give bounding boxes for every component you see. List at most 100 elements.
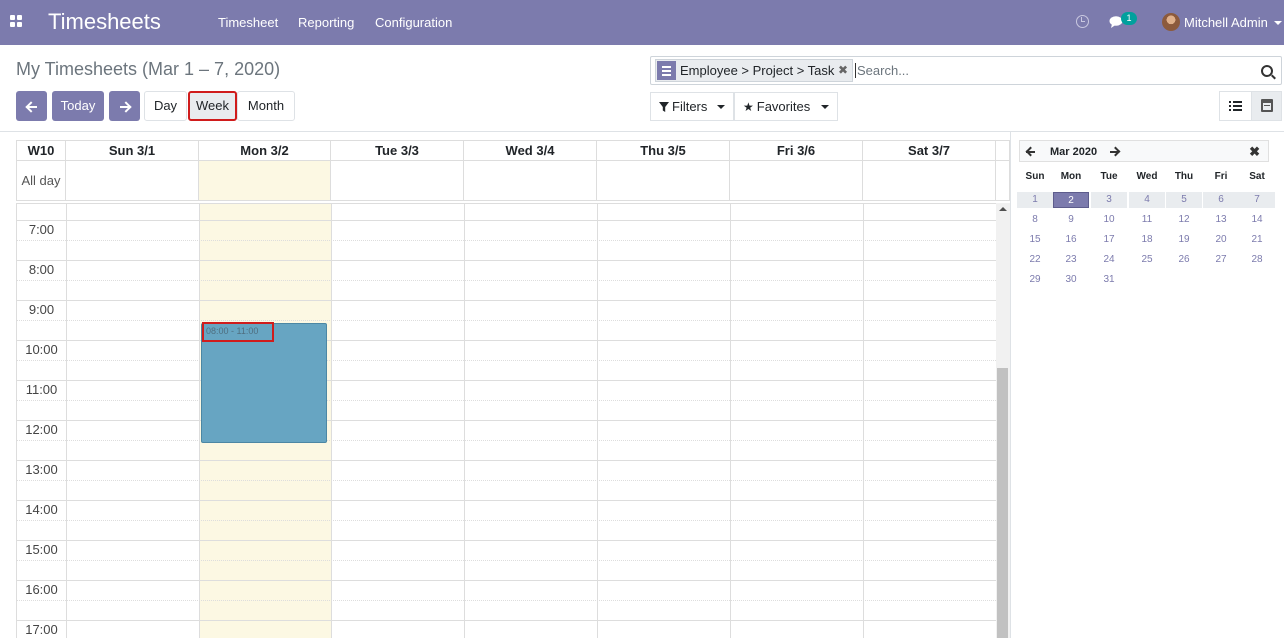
user-caret-icon[interactable] [1274,21,1282,25]
mini-calendar-day[interactable]: 19 [1166,232,1202,248]
time-slot[interactable] [17,300,996,320]
weekday-label: Sun [1025,171,1045,182]
day-column-divider [730,204,731,638]
mini-calendar-day[interactable]: 1 [1017,192,1053,208]
mini-calendar-day[interactable]: 25 [1129,252,1165,268]
mini-calendar-day[interactable]: 7 [1239,192,1275,208]
mini-calendar-day[interactable]: 17 [1091,232,1127,248]
time-label: 7:00 [28,222,55,237]
mini-calendar-day[interactable]: 28 [1239,252,1275,268]
next-button[interactable] [109,91,140,121]
mini-calendar-day[interactable]: 30 [1053,272,1089,288]
calendar-view-button[interactable] [1251,91,1282,121]
all-day-cell[interactable] [730,161,863,200]
mini-calendar-day[interactable]: 23 [1053,252,1089,268]
mini-calendar-day[interactable]: 31 [1091,272,1127,288]
apps-grid-icon[interactable] [10,15,22,27]
main-navbar: Timesheets Timesheet Reporting Configura… [0,0,1284,45]
time-slot[interactable] [17,340,996,360]
user-menu[interactable]: Mitchell Admin [1184,15,1268,30]
previous-button[interactable] [16,91,47,121]
scale-month-button[interactable]: Month [237,91,295,121]
mini-calendar-day[interactable]: 24 [1091,252,1127,268]
calendar-sidebar: Mar 2020 ✖ Sun Mon Tue Wed Thu Fri Sat 1 2 3 4 5 6 7 8… [1010,132,1284,638]
scale-day-button[interactable]: Day [144,91,187,121]
all-day-cell[interactable] [597,161,730,200]
arrow-right-icon[interactable] [1110,147,1120,157]
mini-calendar-day[interactable]: 14 [1239,212,1275,228]
scroll-up-icon[interactable] [999,207,1007,211]
favorites-dropdown[interactable]: ★ Favorites [734,92,838,121]
mini-calendar-day[interactable]: 15 [1017,232,1053,248]
search-bar: Employee > Project > Task ✖ Search... [650,56,1282,85]
user-avatar[interactable] [1162,13,1180,31]
close-icon[interactable]: ✖ [1249,144,1260,160]
time-label: 15:00 [25,542,58,557]
menu-reporting[interactable]: Reporting [298,15,354,30]
facet-remove-icon[interactable]: ✖ [838,60,848,81]
arrow-left-icon[interactable] [1026,147,1036,157]
time-slot[interactable] [17,360,996,380]
scale-week-button[interactable]: Week [188,91,237,121]
time-slot[interactable] [17,520,996,540]
all-day-cell[interactable] [863,161,996,200]
all-day-cell-today[interactable] [199,161,331,200]
menu-configuration[interactable]: Configuration [375,15,452,30]
all-day-cell[interactable] [66,161,199,200]
mini-calendar-day[interactable]: 26 [1166,252,1202,268]
time-slot[interactable] [17,280,996,300]
mini-calendar-day[interactable]: 20 [1203,232,1239,248]
mini-calendar-day[interactable]: 18 [1129,232,1165,248]
all-day-cell[interactable] [331,161,464,200]
mini-calendar-day[interactable]: 21 [1239,232,1275,248]
filter-icon [659,102,669,112]
mini-calendar-day[interactable]: 8 [1017,212,1053,228]
time-slot[interactable] [17,200,996,220]
mini-calendar-day[interactable]: 12 [1166,212,1202,228]
mini-calendar-day[interactable]: 6 [1203,192,1239,208]
time-slot[interactable] [17,440,996,460]
mini-calendar-day[interactable]: 9 [1053,212,1089,228]
mini-calendar-day[interactable]: 16 [1053,232,1089,248]
time-slot[interactable] [17,320,996,340]
mini-calendar-day[interactable]: 13 [1203,212,1239,228]
time-grid[interactable]: 7:00 8:00 9:00 10:00 11:00 12:00 13:00 14:00 15:… [16,200,996,638]
day-column-divider [863,204,864,638]
all-day-cell[interactable] [464,161,597,200]
mini-calendar-day[interactable]: 29 [1017,272,1053,288]
mini-calendar-day[interactable]: 2 [1053,192,1089,208]
time-slot[interactable] [17,600,996,620]
day-column-divider [464,204,465,638]
time-slot[interactable] [17,560,996,580]
time-slot[interactable] [17,420,996,440]
scrollbar-thumb[interactable] [997,368,1008,638]
filters-dropdown[interactable]: Filters [650,92,734,121]
magnifier-icon[interactable] [1261,65,1273,77]
list-view-button[interactable] [1219,91,1252,121]
mini-calendar-day[interactable]: 4 [1129,192,1165,208]
mini-calendar-day[interactable]: 11 [1129,212,1165,228]
time-slot[interactable] [17,620,996,638]
time-slot[interactable] [17,400,996,420]
mini-calendar-day[interactable]: 3 [1091,192,1127,208]
mini-calendar-day[interactable]: 10 [1091,212,1127,228]
time-slot[interactable] [17,220,996,240]
time-slot[interactable] [17,240,996,260]
time-slot[interactable] [17,460,996,480]
time-slot[interactable] [17,480,996,500]
timesheet-event[interactable]: 08:00 - 11:00 [201,322,327,443]
mini-calendar-day[interactable]: 5 [1166,192,1202,208]
today-button[interactable]: Today [52,91,104,121]
time-slot[interactable] [17,260,996,280]
menu-timesheet[interactable]: Timesheet [218,15,278,30]
mini-calendar-day[interactable]: 27 [1203,252,1239,268]
time-slot[interactable] [17,500,996,520]
clock-icon[interactable] [1076,15,1089,28]
time-slot[interactable] [17,380,996,400]
time-slot[interactable] [17,580,996,600]
calendar-scrollbar[interactable] [996,203,1010,638]
search-input[interactable]: Search... [855,63,909,78]
mini-calendar-day[interactable]: 22 [1017,252,1053,268]
time-slot[interactable] [17,540,996,560]
app-brand[interactable]: Timesheets [48,10,161,34]
